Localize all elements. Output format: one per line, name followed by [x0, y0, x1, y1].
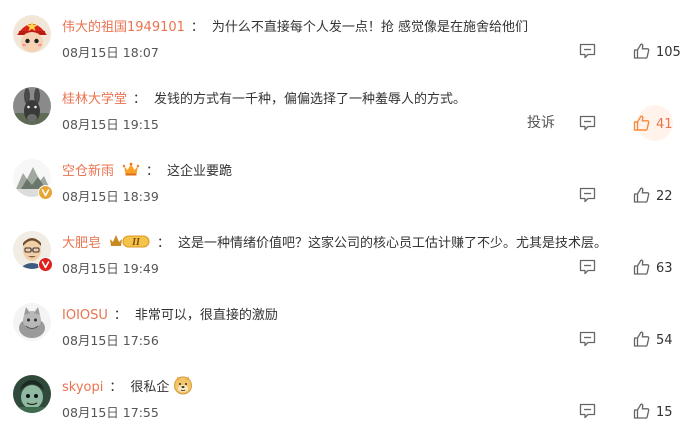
like-count: 22 [656, 189, 673, 204]
avatar[interactable] [13, 87, 51, 125]
username-link[interactable]: 桂林大学堂 [62, 91, 127, 109]
comment-line: IOIOSU ： 非常可以，很直接的激励 [62, 307, 278, 325]
thumbs-up-icon [633, 403, 650, 423]
reply-icon[interactable] [579, 115, 596, 135]
like-button[interactable]: 63 [633, 259, 673, 279]
comment-text: 这企业要跪 [167, 164, 233, 179]
like-count: 41 [656, 117, 673, 132]
reply-icon[interactable] [579, 331, 596, 351]
timestamp: 08月15日 17:56 [62, 333, 159, 348]
avatar[interactable] [13, 303, 51, 341]
comment-text: 很私企 [130, 380, 170, 395]
verified-icon [38, 185, 53, 200]
like-button[interactable]: 105 [633, 43, 681, 63]
comment-text: 这是一种情绪价值吧？这家公司的核心员工估计赚了不少。尤其是技术层。 [178, 236, 608, 251]
like-count: 105 [656, 45, 681, 60]
report-button[interactable]: 投诉 [527, 114, 555, 132]
reply-icon[interactable] [579, 187, 596, 207]
comment-line: 空仓新雨 ： 这企业要跪 [62, 161, 233, 183]
like-count: 15 [656, 405, 673, 420]
thumbs-up-icon [633, 259, 650, 279]
comment-item: 空仓新雨 ： 这企业要跪 08月15日 18:39 22 [0, 159, 700, 231]
username-link[interactable]: IOIOSU [62, 307, 108, 325]
like-button[interactable]: 22 [633, 187, 673, 207]
username-link[interactable]: 空仓新雨 [62, 163, 114, 181]
thumbs-up-icon [633, 43, 650, 63]
separator: ： [133, 92, 147, 107]
separator: ： [109, 380, 123, 395]
like-button[interactable]: 41 [633, 115, 673, 135]
comment-item: 桂林大学堂 ： 发钱的方式有一千种，偏偏选择了一种羞辱人的方式。 08月15日 … [0, 87, 700, 159]
like-button[interactable]: 54 [633, 331, 673, 351]
vip-level-text: II [131, 237, 141, 248]
username-link[interactable]: 伟大的祖国1949101 [62, 19, 185, 37]
avatar[interactable] [13, 15, 51, 53]
thumbs-up-icon [633, 187, 650, 207]
comment-line: 大肥皂 II ： 这是一种情绪价值吧？这家公司的核心员工估计赚了不少。尤其是技术… [62, 235, 607, 253]
crown-icon [122, 161, 140, 183]
doge-emoji-icon [173, 375, 193, 401]
avatar[interactable] [13, 375, 51, 413]
comment-item: 伟大的祖国1949101 ： 为什么不直接每个人发一点！抢 感觉像是在施舍给他们… [0, 15, 700, 87]
username-link[interactable]: 大肥皂 [62, 235, 101, 253]
thumbs-up-icon [633, 331, 650, 351]
comment-line: 桂林大学堂 ： 发钱的方式有一千种，偏偏选择了一种羞辱人的方式。 [62, 91, 466, 109]
timestamp: 08月15日 19:15 [62, 117, 159, 132]
timestamp: 08月15日 19:49 [62, 261, 159, 276]
like-count: 54 [656, 333, 673, 348]
comment-line: skyopi ： 很私企 [62, 376, 193, 397]
thumbs-up-icon [633, 115, 650, 135]
vip-level-badge: II [109, 233, 151, 255]
separator: ： [113, 308, 127, 323]
comment-text: 为什么不直接每个人发一点！抢 感觉像是在施舍给他们 [211, 20, 529, 35]
separator: ： [146, 164, 160, 179]
separator: ： [190, 20, 204, 35]
timestamp: 08月15日 17:55 [62, 405, 159, 420]
avatar[interactable] [13, 159, 53, 200]
like-button[interactable]: 15 [633, 403, 673, 423]
comment-line: 伟大的祖国1949101 ： 为什么不直接每个人发一点！抢 感觉像是在施舍给他们 [62, 19, 528, 37]
reply-icon[interactable] [579, 259, 596, 279]
like-count: 63 [656, 261, 673, 276]
comment-text: 发钱的方式有一千种，偏偏选择了一种羞辱人的方式。 [154, 92, 467, 107]
comment-item: IOIOSU ： 非常可以，很直接的激励 08月15日 17:56 54 [0, 303, 700, 375]
reply-icon[interactable] [579, 43, 596, 63]
comment-text: 非常可以，很直接的激励 [134, 308, 278, 323]
verified-icon [38, 257, 53, 272]
comment-item: skyopi ： 很私企 08月15日 17:55 15 [0, 375, 700, 447]
username-link[interactable]: skyopi [62, 379, 103, 397]
comment-item: 大肥皂 II ： 这是一种情绪价值吧？这家公司的核心员工估计赚了不少。尤其是技术… [0, 231, 700, 303]
reply-icon[interactable] [579, 403, 596, 423]
timestamp: 08月15日 18:39 [62, 189, 159, 204]
avatar[interactable] [13, 231, 53, 272]
separator: ： [157, 236, 171, 251]
timestamp: 08月15日 18:07 [62, 45, 159, 60]
